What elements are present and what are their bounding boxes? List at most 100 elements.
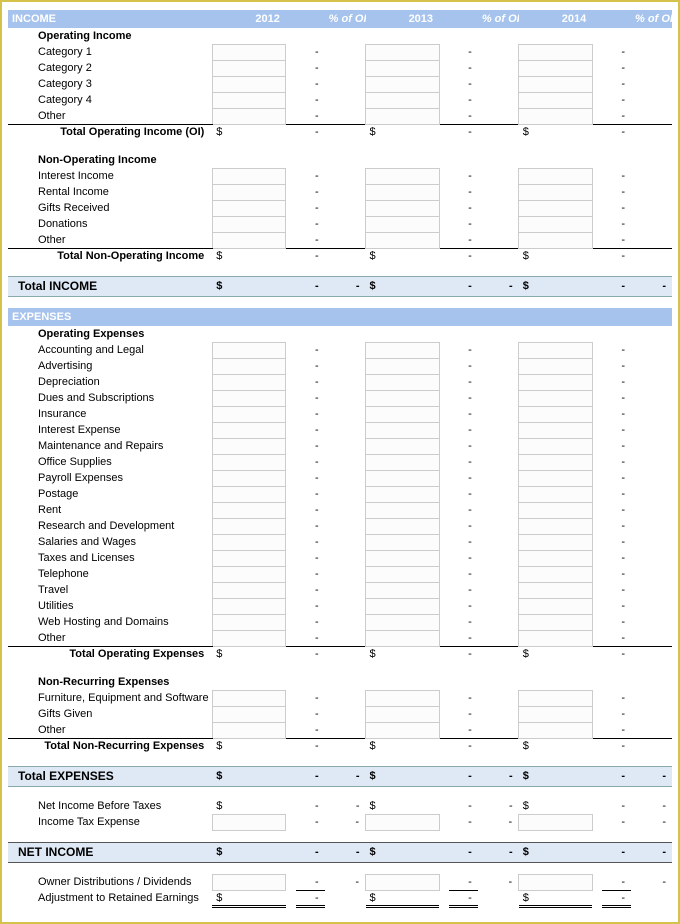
input-cell[interactable]	[366, 76, 440, 92]
input-cell[interactable]	[212, 76, 286, 92]
input-cell[interactable]	[212, 454, 286, 470]
input-cell[interactable]	[366, 200, 440, 216]
input-cell[interactable]	[212, 216, 286, 232]
input-cell[interactable]	[519, 874, 593, 890]
input-cell[interactable]	[212, 406, 286, 422]
input-cell[interactable]	[519, 550, 593, 566]
input-cell[interactable]	[212, 232, 286, 248]
input-cell[interactable]	[519, 200, 593, 216]
input-cell[interactable]	[212, 814, 286, 830]
input-cell[interactable]	[212, 598, 286, 614]
input-cell[interactable]	[212, 390, 286, 406]
input-cell[interactable]	[366, 92, 440, 108]
input-cell[interactable]	[366, 358, 440, 374]
input-cell[interactable]	[366, 168, 440, 184]
input-cell[interactable]	[212, 358, 286, 374]
input-cell[interactable]	[212, 534, 286, 550]
input-cell[interactable]	[519, 184, 593, 200]
input-cell[interactable]	[519, 406, 593, 422]
input-cell[interactable]	[519, 438, 593, 454]
input-cell[interactable]	[366, 566, 440, 582]
input-cell[interactable]	[366, 390, 440, 406]
input-cell[interactable]	[366, 814, 440, 830]
input-cell[interactable]	[212, 44, 286, 60]
input-cell[interactable]	[519, 598, 593, 614]
input-cell[interactable]	[519, 422, 593, 438]
input-cell[interactable]	[366, 422, 440, 438]
input-cell[interactable]	[519, 630, 593, 646]
input-cell[interactable]	[212, 874, 286, 890]
input-cell[interactable]	[212, 168, 286, 184]
input-cell[interactable]	[519, 374, 593, 390]
input-cell[interactable]	[519, 92, 593, 108]
input-cell[interactable]	[366, 630, 440, 646]
input-cell[interactable]	[519, 722, 593, 738]
input-cell[interactable]	[366, 534, 440, 550]
input-cell[interactable]	[366, 184, 440, 200]
input-cell[interactable]	[366, 582, 440, 598]
input-cell[interactable]	[366, 438, 440, 454]
input-cell[interactable]	[212, 550, 286, 566]
input-cell[interactable]	[519, 486, 593, 502]
input-cell[interactable]	[212, 486, 286, 502]
input-cell[interactable]	[519, 518, 593, 534]
input-cell[interactable]	[519, 44, 593, 60]
input-cell[interactable]	[519, 614, 593, 630]
input-cell[interactable]	[519, 216, 593, 232]
input-cell[interactable]	[366, 874, 440, 890]
input-cell[interactable]	[366, 108, 440, 124]
input-cell[interactable]	[519, 342, 593, 358]
input-cell[interactable]	[366, 598, 440, 614]
input-cell[interactable]	[212, 502, 286, 518]
input-cell[interactable]	[212, 438, 286, 454]
input-cell[interactable]	[212, 518, 286, 534]
input-cell[interactable]	[366, 690, 440, 706]
input-cell[interactable]	[519, 358, 593, 374]
input-cell[interactable]	[519, 566, 593, 582]
input-cell[interactable]	[519, 390, 593, 406]
input-cell[interactable]	[212, 342, 286, 358]
input-cell[interactable]	[519, 502, 593, 518]
input-cell[interactable]	[366, 518, 440, 534]
input-cell[interactable]	[212, 690, 286, 706]
input-cell[interactable]	[366, 44, 440, 60]
input-cell[interactable]	[519, 454, 593, 470]
input-cell[interactable]	[519, 814, 593, 830]
input-cell[interactable]	[212, 722, 286, 738]
input-cell[interactable]	[366, 550, 440, 566]
input-cell[interactable]	[366, 374, 440, 390]
input-cell[interactable]	[519, 534, 593, 550]
input-cell[interactable]	[519, 232, 593, 248]
input-cell[interactable]	[519, 582, 593, 598]
input-cell[interactable]	[212, 374, 286, 390]
input-cell[interactable]	[212, 566, 286, 582]
input-cell[interactable]	[366, 614, 440, 630]
input-cell[interactable]	[519, 76, 593, 92]
input-cell[interactable]	[212, 582, 286, 598]
input-cell[interactable]	[212, 614, 286, 630]
input-cell[interactable]	[366, 454, 440, 470]
input-cell[interactable]	[212, 60, 286, 76]
input-cell[interactable]	[212, 92, 286, 108]
input-cell[interactable]	[519, 60, 593, 76]
input-cell[interactable]	[212, 470, 286, 486]
input-cell[interactable]	[212, 184, 286, 200]
input-cell[interactable]	[212, 422, 286, 438]
input-cell[interactable]	[366, 486, 440, 502]
input-cell[interactable]	[366, 470, 440, 486]
input-cell[interactable]	[519, 706, 593, 722]
input-cell[interactable]	[212, 630, 286, 646]
input-cell[interactable]	[366, 232, 440, 248]
input-cell[interactable]	[366, 60, 440, 76]
input-cell[interactable]	[366, 216, 440, 232]
input-cell[interactable]	[212, 108, 286, 124]
input-cell[interactable]	[519, 470, 593, 486]
input-cell[interactable]	[366, 502, 440, 518]
input-cell[interactable]	[212, 200, 286, 216]
input-cell[interactable]	[366, 342, 440, 358]
input-cell[interactable]	[519, 690, 593, 706]
input-cell[interactable]	[212, 706, 286, 722]
input-cell[interactable]	[519, 108, 593, 124]
input-cell[interactable]	[366, 706, 440, 722]
input-cell[interactable]	[366, 722, 440, 738]
